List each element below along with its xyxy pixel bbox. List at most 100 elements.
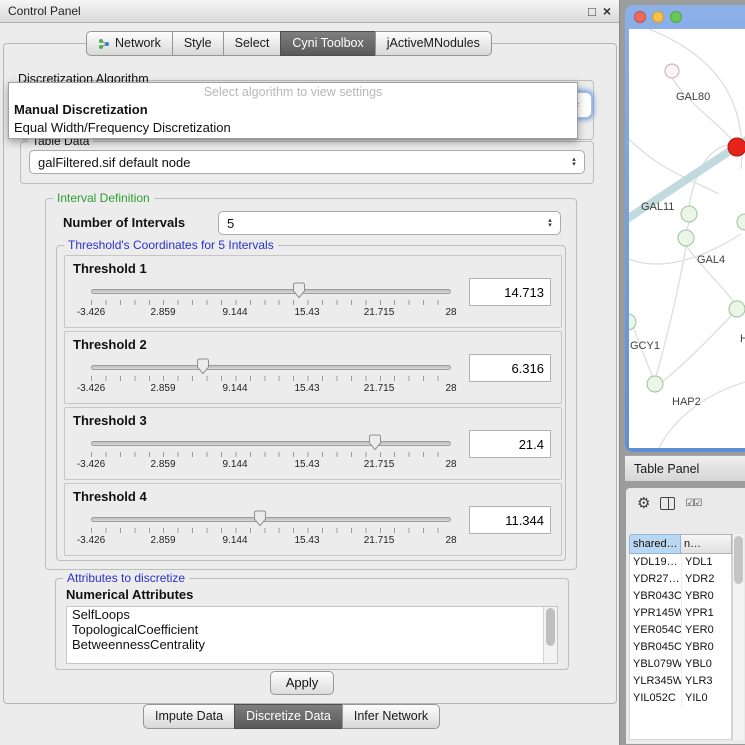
- network-window-titlebar: [625, 5, 745, 29]
- tab-discretize-data[interactable]: Discretize Data: [234, 704, 343, 729]
- list-item[interactable]: SelfLoops: [67, 607, 557, 622]
- control-panel-titlebar: Control Panel □ ×: [0, 0, 619, 23]
- zoom-traffic-light[interactable]: [670, 11, 682, 23]
- table-data-combobox[interactable]: galFiltered.sif default node ▴▾: [29, 150, 585, 174]
- table-row[interactable]: YDL19… YDL1: [630, 554, 731, 571]
- threshold-2-slider[interactable]: -3.426 2.859 9.144 15.43 21.715 28: [91, 356, 451, 400]
- tick-label: 15.43: [294, 459, 319, 470]
- table-cell[interactable]: YBR043C: [630, 588, 682, 605]
- tick-label: 9.144: [222, 307, 247, 318]
- close-traffic-light[interactable]: [634, 11, 646, 23]
- node-label: GAL4: [697, 254, 725, 266]
- threshold-1-slider[interactable]: -3.426 2.859 9.144 15.43 21.715 28: [91, 280, 451, 324]
- table-body: YDL19… YDL1 YDR27… YDR2 YBR043C YBR0 YPR…: [629, 554, 732, 740]
- column-header-shared-name[interactable]: shared…: [629, 534, 681, 554]
- gear-icon[interactable]: ⚙: [637, 496, 650, 511]
- table-cell[interactable]: YIL052C: [630, 690, 682, 707]
- list-item[interactable]: BetweennessCentrality: [67, 637, 557, 652]
- network-icon: [98, 38, 110, 50]
- close-icon[interactable]: ×: [603, 5, 611, 18]
- popup-option-equal-width[interactable]: Equal Width/Frequency Discretization: [9, 119, 577, 137]
- table-row[interactable]: YBL079W YBL0: [630, 656, 731, 673]
- table-cell[interactable]: YLR345W: [630, 673, 682, 690]
- table-panel-titlebar[interactable]: Table Panel: [625, 455, 745, 482]
- attributes-list-scrollbar[interactable]: [543, 607, 557, 663]
- table-cell[interactable]: YDR2: [682, 571, 731, 588]
- popup-placeholder-item[interactable]: Select algorithm to view settings: [9, 83, 577, 101]
- network-view-window: GAL80 GAL11 GAL4 GCY1 HAP2 H: [625, 5, 745, 452]
- node-gcy1[interactable]: [629, 314, 636, 330]
- scrollbar-thumb[interactable]: [546, 608, 555, 646]
- threshold-3-value-field[interactable]: [469, 430, 551, 458]
- tab-impute-data[interactable]: Impute Data: [143, 704, 235, 729]
- table-scrollbar[interactable]: [732, 534, 744, 740]
- scrollbar-thumb[interactable]: [734, 536, 743, 584]
- threshold-4-value-field[interactable]: [469, 506, 551, 534]
- tick-label: 15.43: [294, 383, 319, 394]
- threshold-3-slider[interactable]: -3.426 2.859 9.144 15.43 21.715 28: [91, 432, 451, 476]
- tab-infer-network[interactable]: Infer Network: [342, 704, 440, 729]
- attributes-list[interactable]: SelfLoops TopologicalCoefficient Between…: [66, 606, 558, 664]
- tab-jactivemnodules[interactable]: jActiveMNodules: [375, 31, 492, 56]
- table-cell[interactable]: YPR145W: [630, 605, 682, 622]
- slider-thumb[interactable]: [368, 434, 383, 454]
- table-cell[interactable]: YER054C: [630, 622, 682, 639]
- table-row[interactable]: YBR043C YBR0: [630, 588, 731, 605]
- table-cell[interactable]: YDR27…: [630, 571, 682, 588]
- tick-label: 2.859: [150, 535, 175, 546]
- column-header-name[interactable]: n…: [681, 534, 732, 554]
- slider-thumb[interactable]: [253, 510, 268, 530]
- slider-track[interactable]: [91, 441, 451, 446]
- number-of-intervals-combobox[interactable]: 5 ▴▾: [218, 211, 561, 235]
- table-cell[interactable]: YBL0: [682, 656, 731, 673]
- table-row[interactable]: YPR145W YPR1: [630, 605, 731, 622]
- node-selected-red[interactable]: [728, 138, 745, 156]
- slider-track[interactable]: [91, 289, 451, 294]
- network-canvas[interactable]: GAL80 GAL11 GAL4 GCY1 HAP2 H: [629, 29, 745, 448]
- table-cell[interactable]: YIL0: [682, 690, 731, 707]
- table-row[interactable]: YBR045C YBR0: [630, 639, 731, 656]
- slider-track[interactable]: [91, 365, 451, 370]
- threshold-2-value-field[interactable]: [469, 354, 551, 382]
- table-cell[interactable]: YBR0: [682, 639, 731, 656]
- node-edge-right[interactable]: [737, 214, 745, 230]
- node-right-lower[interactable]: [729, 301, 745, 317]
- slider-thumb[interactable]: [291, 282, 306, 302]
- threshold-4-slider[interactable]: -3.426 2.859 9.144 15.43 21.715 28: [91, 508, 451, 552]
- float-window-icon[interactable]: □: [588, 5, 596, 18]
- table-cell[interactable]: YPR1: [682, 605, 731, 622]
- popup-option-manual-discretization[interactable]: Manual Discretization: [9, 101, 577, 119]
- list-item[interactable]: TopologicalCoefficient: [67, 622, 557, 637]
- table-cell[interactable]: YBR0: [682, 588, 731, 605]
- node-hap2[interactable]: [647, 376, 663, 392]
- table-cell[interactable]: YDL1: [682, 554, 731, 571]
- node-gal80[interactable]: [665, 64, 679, 78]
- node-gal11[interactable]: [681, 206, 697, 222]
- threshold-1-value-field[interactable]: [469, 278, 551, 306]
- table-data-group: Table Data galFiltered.sif default node …: [20, 141, 594, 184]
- columns-icon[interactable]: [660, 497, 675, 510]
- tick-label: 15.43: [294, 535, 319, 546]
- table-row[interactable]: YIL052C YIL0: [630, 690, 731, 707]
- node-gal4[interactable]: [678, 230, 694, 246]
- table-row[interactable]: YLR345W YLR3: [630, 673, 731, 690]
- apply-button[interactable]: Apply: [270, 671, 334, 695]
- slider-track[interactable]: [91, 517, 451, 522]
- slider-thumb[interactable]: [195, 358, 210, 378]
- tab-select[interactable]: Select: [223, 31, 282, 56]
- tick-label: 15.43: [294, 307, 319, 318]
- tab-style[interactable]: Style: [172, 31, 224, 56]
- tick-label: -3.426: [77, 307, 105, 318]
- table-cell[interactable]: YER0: [682, 622, 731, 639]
- tab-cyni-toolbox[interactable]: Cyni Toolbox: [280, 31, 375, 56]
- table-cell[interactable]: YBL079W: [630, 656, 682, 673]
- table-cell[interactable]: YBR045C: [630, 639, 682, 656]
- table-cell[interactable]: YLR3: [682, 673, 731, 690]
- table-cell[interactable]: YDL19…: [630, 554, 682, 571]
- minimize-traffic-light[interactable]: [652, 11, 664, 23]
- select-columns-icon[interactable]: ☑☑: [685, 498, 701, 509]
- node-label: H: [740, 333, 745, 345]
- tab-network[interactable]: Network: [86, 31, 173, 56]
- table-row[interactable]: YDR27… YDR2: [630, 571, 731, 588]
- table-row[interactable]: YER054C YER0: [630, 622, 731, 639]
